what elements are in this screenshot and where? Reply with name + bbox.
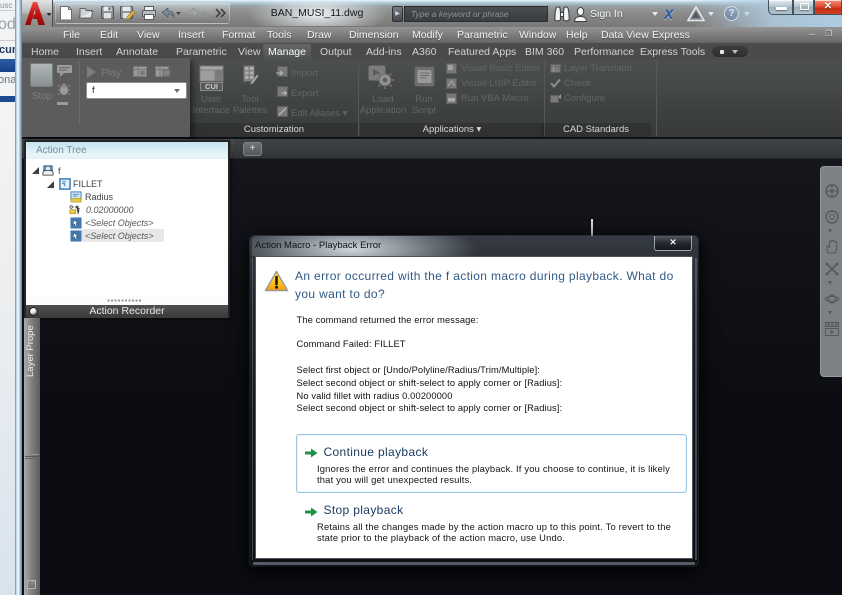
- svg-text:T: T: [552, 68, 555, 74]
